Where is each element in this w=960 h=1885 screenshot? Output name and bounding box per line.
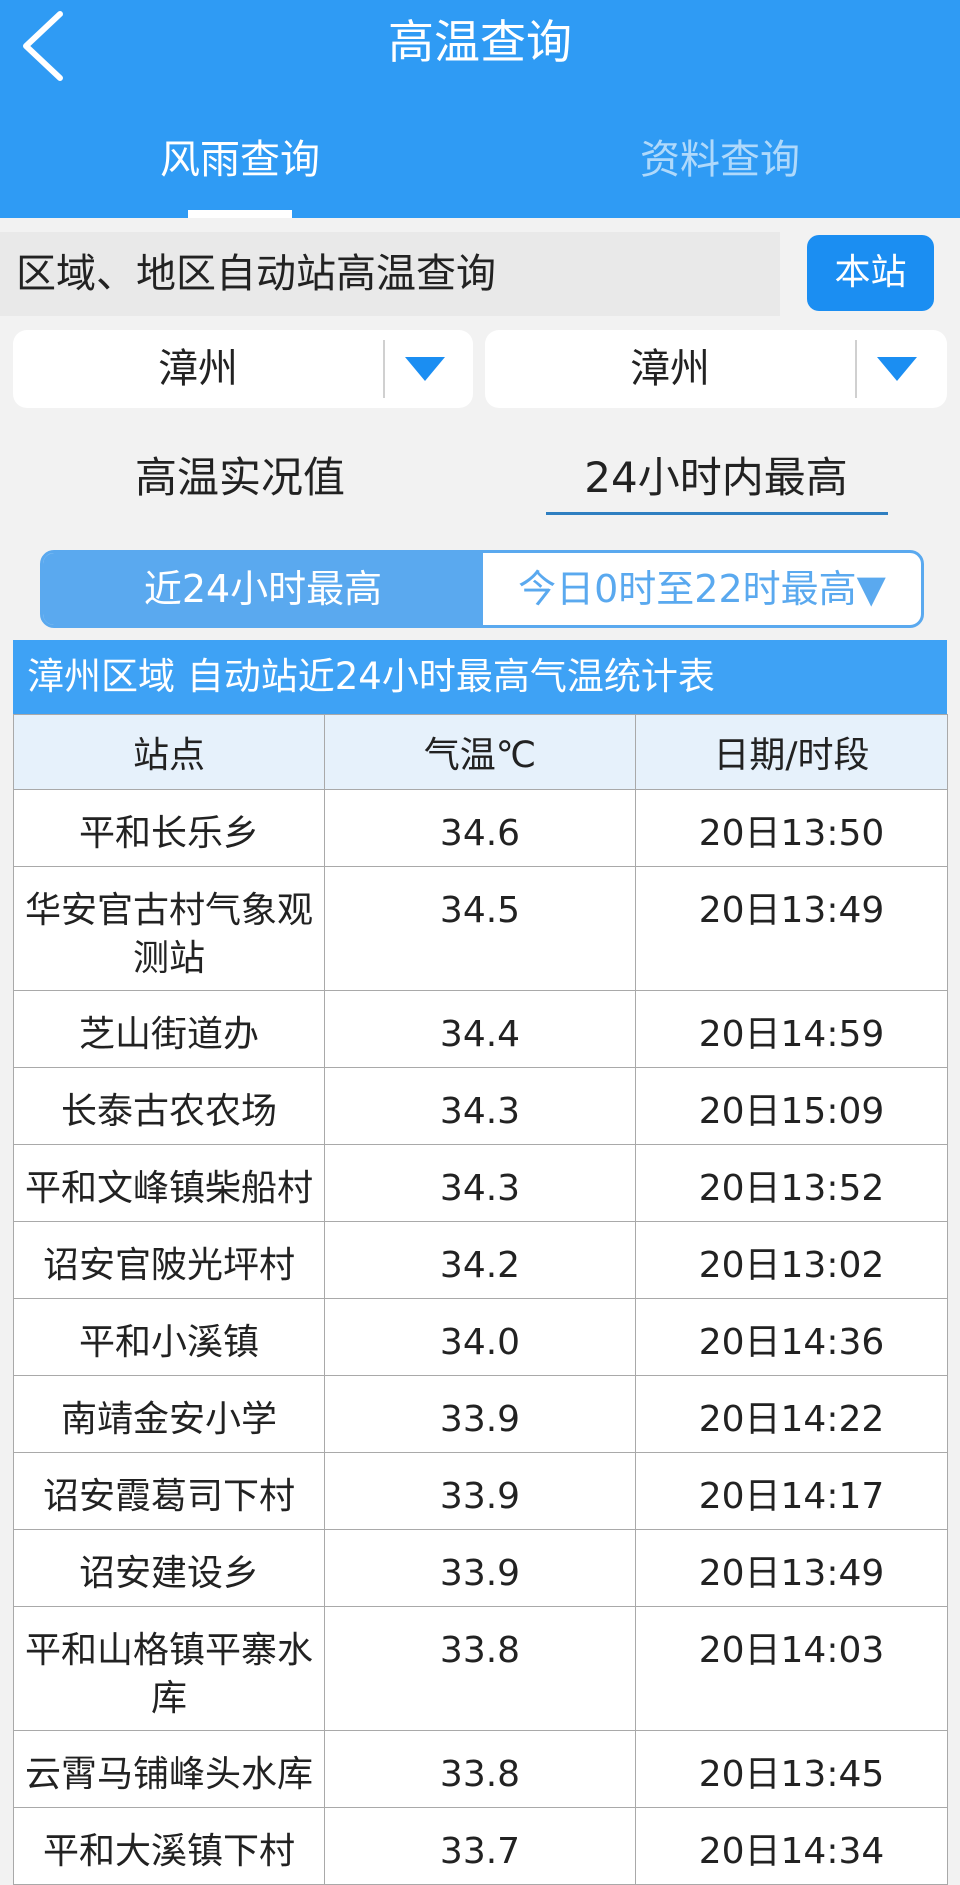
temperature-cell: 33.9 (324, 1529, 636, 1607)
station-cell: 诏安霞葛司下村 (13, 1452, 325, 1530)
table-row: 长泰古农农场 34.3 20日15:09 (13, 1067, 948, 1145)
datetime-cell: 20日15:09 (635, 1067, 948, 1145)
datetime-cell: 20日14:36 (635, 1298, 948, 1376)
region-select[interactable]: 漳州 (13, 330, 473, 408)
query-bar: 区域、地区自动站高温查询 (0, 232, 780, 316)
temperature-cell: 34.4 (324, 990, 636, 1068)
dropdown-arrow-icon[interactable] (877, 357, 917, 381)
datetime-cell: 20日13:45 (635, 1730, 948, 1808)
station-cell: 平和长乐乡 (13, 789, 325, 867)
temperature-cell: 33.7 (324, 1807, 636, 1885)
column-header-station: 站点 (13, 714, 325, 790)
period-segment-control: 近24小时最高 今日0时至22时最高▼ (40, 550, 924, 628)
temperature-cell: 33.8 (324, 1606, 636, 1731)
datetime-cell: 20日14:17 (635, 1452, 948, 1530)
area-select[interactable]: 漳州 (485, 330, 947, 408)
area-select-value: 漳州 (630, 346, 710, 392)
temperature-cell: 34.6 (324, 789, 636, 867)
table-row: 诏安霞葛司下村 33.9 20日14:17 (13, 1452, 948, 1530)
table-row: 云霄马铺峰头水库 33.8 20日13:45 (13, 1730, 948, 1808)
temperature-cell: 34.0 (324, 1298, 636, 1376)
table-row: 芝山街道办 34.4 20日14:59 (13, 990, 948, 1068)
temperature-cell: 33.9 (324, 1375, 636, 1453)
tab-wind-rain-query[interactable]: 风雨查询 (90, 120, 390, 200)
datetime-cell: 20日14:59 (635, 990, 948, 1068)
table-row: 诏安建设乡 33.9 20日13:49 (13, 1529, 948, 1607)
station-cell: 平和大溪镇下村 (13, 1807, 325, 1885)
temperature-cell: 34.5 (324, 866, 636, 991)
table-row: 南靖金安小学 33.9 20日14:22 (13, 1375, 948, 1453)
segment-last-24h[interactable]: 近24小时最高 (43, 553, 483, 625)
active-tab-indicator (188, 210, 292, 218)
station-cell: 南靖金安小学 (13, 1375, 325, 1453)
table-row: 平和小溪镇 34.0 20日14:36 (13, 1298, 948, 1376)
datetime-cell: 20日13:02 (635, 1221, 948, 1299)
column-header-datetime: 日期/时段 (635, 714, 948, 790)
tab-data-query[interactable]: 资料查询 (570, 120, 870, 200)
mode-underline (546, 512, 888, 515)
temperature-cell: 33.8 (324, 1730, 636, 1808)
query-label: 区域、地区自动站高温查询 (16, 251, 496, 297)
table-header-row: 站点 气温℃ 日期/时段 (13, 714, 948, 790)
mode-24h-max[interactable]: 24小时内最高 (546, 446, 886, 510)
select-divider (855, 340, 857, 398)
dropdown-arrow-icon[interactable] (405, 357, 445, 381)
datetime-cell: 20日13:49 (635, 866, 948, 991)
station-cell: 芝山街道办 (13, 990, 325, 1068)
datetime-cell: 20日14:34 (635, 1807, 948, 1885)
select-divider (383, 340, 385, 398)
datetime-cell: 20日13:52 (635, 1144, 948, 1222)
datetime-cell: 20日13:49 (635, 1529, 948, 1607)
station-cell: 平和文峰镇柴船村 (13, 1144, 325, 1222)
table-row: 诏安官陂光坪村 34.2 20日13:02 (13, 1221, 948, 1299)
temperature-cell: 34.3 (324, 1144, 636, 1222)
app-header: 高温查询 风雨查询 资料查询 (0, 0, 960, 218)
temperature-table: 站点 气温℃ 日期/时段 平和长乐乡 34.6 20日13:50 华安官古村气象… (13, 714, 948, 1885)
temperature-cell: 34.3 (324, 1067, 636, 1145)
datetime-cell: 20日14:03 (635, 1606, 948, 1731)
station-cell: 平和小溪镇 (13, 1298, 325, 1376)
table-row: 平和文峰镇柴船村 34.3 20日13:52 (13, 1144, 948, 1222)
page-title: 高温查询 (388, 15, 572, 69)
mode-realtime-high[interactable]: 高温实况值 (115, 446, 365, 510)
segment-today-0-22[interactable]: 今日0时至22时最高▼ (483, 553, 921, 625)
station-cell: 诏安官陂光坪村 (13, 1221, 325, 1299)
station-cell: 长泰古农农场 (13, 1067, 325, 1145)
station-cell: 云霄马铺峰头水库 (13, 1730, 325, 1808)
table-title: 漳州区域 自动站近24小时最高气温统计表 (13, 640, 947, 714)
station-cell: 诏安建设乡 (13, 1529, 325, 1607)
station-cell: 华安官古村气象观测站 (13, 866, 325, 991)
region-select-value: 漳州 (158, 346, 238, 392)
table-row: 华安官古村气象观测站 34.5 20日13:49 (13, 866, 948, 991)
table-row: 平和山格镇平寨水库 33.8 20日14:03 (13, 1606, 948, 1731)
table-row: 平和大溪镇下村 33.7 20日14:34 (13, 1807, 948, 1885)
datetime-cell: 20日13:50 (635, 789, 948, 867)
table-row: 平和长乐乡 34.6 20日13:50 (13, 789, 948, 867)
temperature-cell: 34.2 (324, 1221, 636, 1299)
column-header-temperature: 气温℃ (324, 714, 636, 790)
station-cell: 平和山格镇平寨水库 (13, 1606, 325, 1731)
temperature-cell: 33.9 (324, 1452, 636, 1530)
datetime-cell: 20日14:22 (635, 1375, 948, 1453)
this-station-button[interactable]: 本站 (807, 235, 934, 311)
